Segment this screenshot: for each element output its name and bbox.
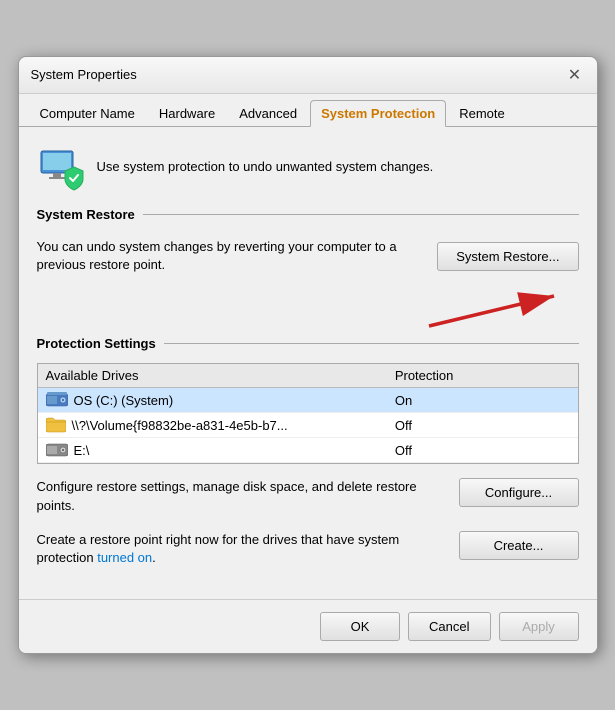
- drive-cell: OS (C:) (System): [46, 392, 395, 408]
- protection-cell: On: [395, 393, 570, 408]
- protection-cell: Off: [395, 443, 570, 458]
- cancel-button[interactable]: Cancel: [408, 612, 490, 641]
- drives-table: Available Drives Protection OS (C:) (Sys…: [37, 363, 579, 464]
- ok-button[interactable]: OK: [320, 612, 400, 641]
- hdd-icon: [46, 392, 68, 408]
- system-restore-header: System Restore: [37, 207, 579, 222]
- section-divider-2: [164, 343, 579, 344]
- drive-label: E:\: [74, 443, 90, 458]
- tab-remote[interactable]: Remote: [448, 100, 516, 126]
- restore-description: You can undo system changes by reverting…: [37, 238, 422, 274]
- table-row[interactable]: \\?\Volume{f98832be-a831-4e5b-b7... Off: [38, 413, 578, 438]
- folder-icon: [46, 417, 66, 433]
- drive-label: \\?\Volume{f98832be-a831-4e5b-b7...: [72, 418, 288, 433]
- create-text-link: turned on: [97, 550, 152, 565]
- removable-drive-icon: [46, 442, 68, 458]
- table-row[interactable]: E:\ Off: [38, 438, 578, 463]
- configure-text: Configure restore settings, manage disk …: [37, 478, 443, 514]
- create-button[interactable]: Create...: [459, 531, 579, 560]
- drive-cell: \\?\Volume{f98832be-a831-4e5b-b7...: [46, 417, 395, 433]
- info-banner: Use system protection to undo unwanted s…: [37, 143, 579, 191]
- table-row[interactable]: OS (C:) (System) On: [38, 388, 578, 413]
- close-button[interactable]: ✕: [565, 65, 585, 85]
- configure-row: Configure restore settings, manage disk …: [37, 478, 579, 514]
- tab-computer-name[interactable]: Computer Name: [29, 100, 146, 126]
- create-row: Create a restore point right now for the…: [37, 531, 579, 567]
- dialog-title: System Properties: [31, 67, 137, 82]
- create-text-period: .: [152, 550, 156, 565]
- drive-cell: E:\: [46, 442, 395, 458]
- tab-hardware[interactable]: Hardware: [148, 100, 226, 126]
- tab-advanced[interactable]: Advanced: [228, 100, 308, 126]
- arrow-container: [37, 298, 579, 328]
- tab-content: Use system protection to undo unwanted s…: [19, 127, 597, 599]
- tab-bar: Computer Name Hardware Advanced System P…: [19, 94, 597, 127]
- info-banner-text: Use system protection to undo unwanted s…: [97, 158, 434, 176]
- header-drives: Available Drives: [46, 368, 395, 383]
- section-divider: [143, 214, 579, 215]
- create-text: Create a restore point right now for the…: [37, 531, 443, 567]
- dialog-footer: OK Cancel Apply: [19, 599, 597, 653]
- system-restore-button[interactable]: System Restore...: [437, 242, 578, 271]
- apply-button[interactable]: Apply: [499, 612, 579, 641]
- system-properties-dialog: System Properties ✕ Computer Name Hardwa…: [18, 56, 598, 654]
- configure-button[interactable]: Configure...: [459, 478, 579, 507]
- title-bar: System Properties ✕: [19, 57, 597, 94]
- protection-cell: Off: [395, 418, 570, 433]
- system-protection-icon: [37, 143, 85, 191]
- restore-row: You can undo system changes by reverting…: [37, 234, 579, 278]
- protection-settings-title: Protection Settings: [37, 336, 156, 351]
- header-protection: Protection: [395, 368, 570, 383]
- drive-label: OS (C:) (System): [74, 393, 174, 408]
- system-restore-title: System Restore: [37, 207, 135, 222]
- arrow-icon: [409, 288, 569, 333]
- protection-settings-header: Protection Settings: [37, 336, 579, 351]
- tab-system-protection[interactable]: System Protection: [310, 100, 446, 127]
- table-header: Available Drives Protection: [38, 364, 578, 388]
- create-text-part1: Create a restore point right now for the…: [37, 532, 400, 565]
